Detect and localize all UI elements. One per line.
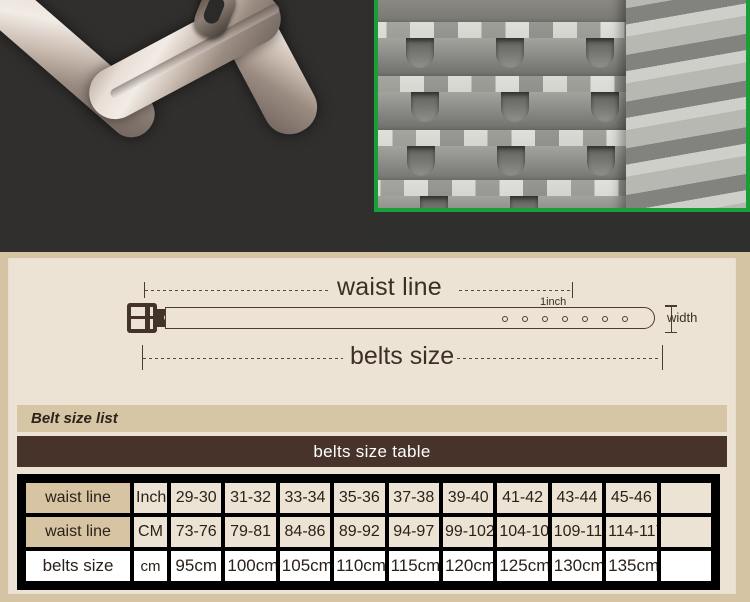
cell-inch-5: 37-38: [388, 483, 439, 513]
row-unit-belts-cm: cm: [134, 551, 167, 581]
cell-cm-6: 99-102: [442, 517, 494, 547]
cell-inch-8: 43-44: [551, 483, 603, 513]
cell-cm-9: 114-117: [606, 517, 657, 547]
ingot-photo-surface: [378, 0, 746, 208]
belts-size-table: waist line Inch 29-30 31-32 33-34 35-36 …: [22, 479, 715, 585]
cell-belt-10-empty: [660, 551, 711, 581]
row-label-belts-size: belts size: [26, 551, 130, 581]
cell-cm-8: 109-112: [551, 517, 603, 547]
belts-size-table-title-text: belts size table: [313, 441, 431, 461]
cell-inch-7: 41-42: [497, 483, 548, 513]
belts-size-dots-right: [457, 358, 661, 359]
waist-line-dots-left: [145, 290, 330, 291]
belt-strap-shape: [165, 307, 655, 329]
belts-size-label: belts size: [350, 342, 455, 370]
cell-inch-9: 45-46: [606, 483, 657, 513]
cell-belt-6: 120cm: [442, 551, 494, 581]
cell-cm-2: 79-81: [225, 517, 276, 547]
cell-belt-9: 135cm: [606, 551, 657, 581]
belt-size-list-strip: Belt size list: [17, 405, 727, 432]
belts-size-tick-right: [662, 345, 663, 370]
product-size-infographic: waist line 1inch width belts size Belt s…: [0, 0, 750, 602]
aluminium-ingots-photo: [374, 0, 750, 212]
cell-cm-1: 73-76: [171, 517, 222, 547]
belts-size-table-title: belts size table: [17, 436, 727, 467]
cell-cm-4: 89-92: [334, 517, 385, 547]
belt-size-list-label: Belt size list: [31, 410, 118, 427]
belt-measurement-diagram: waist line 1inch width belts size: [17, 265, 727, 405]
cell-belt-3: 105cm: [279, 551, 331, 581]
cell-belt-1: 95cm: [171, 551, 222, 581]
cell-belt-7: 125cm: [497, 551, 548, 581]
belts-size-table-container: waist line Inch 29-30 31-32 33-34 35-36 …: [17, 474, 720, 590]
cell-belt-2: 100cm: [225, 551, 276, 581]
row-label-waist-line-inch: waist line: [26, 483, 130, 513]
cell-belt-5: 115cm: [388, 551, 439, 581]
cell-cm-3: 84-86: [279, 517, 331, 547]
cell-cm-7: 104-107: [497, 517, 548, 547]
row-unit-inch: Inch: [134, 483, 167, 513]
waist-line-tick-right: [572, 282, 573, 298]
cell-inch-4: 35-36: [334, 483, 385, 513]
cell-inch-2: 31-32: [225, 483, 276, 513]
width-label: width: [667, 310, 698, 325]
size-info-inner: waist line 1inch width belts size Belt s…: [8, 258, 736, 594]
table-row: belts size cm 95cm 100cm 105cm 110cm 115…: [26, 551, 711, 581]
table-row: waist line Inch 29-30 31-32 33-34 35-36 …: [26, 483, 711, 513]
row-unit-cm: CM: [134, 517, 167, 547]
photo-strip: [0, 0, 750, 252]
belt-buckle-photo: [0, 0, 374, 252]
row-label-waist-line-cm: waist line: [26, 517, 130, 547]
cell-belt-8: 130cm: [551, 551, 603, 581]
cell-inch-6: 39-40: [442, 483, 494, 513]
waist-line-label: waist line: [337, 273, 442, 301]
belts-size-dots-left: [143, 358, 343, 359]
waist-line-dots-right: [459, 290, 571, 291]
ingot-side-stack: [626, 0, 746, 208]
cell-belt-4: 110cm: [334, 551, 385, 581]
table-row: waist line CM 73-76 79-81 84-86 89-92 94…: [26, 517, 711, 547]
cell-cm-5: 94-97: [388, 517, 439, 547]
cell-inch-3: 33-34: [279, 483, 331, 513]
cell-cm-10-empty: [660, 517, 711, 547]
cell-inch-10-empty: [660, 483, 711, 513]
size-info-panel: waist line 1inch width belts size Belt s…: [0, 252, 750, 602]
cell-inch-1: 29-30: [171, 483, 222, 513]
